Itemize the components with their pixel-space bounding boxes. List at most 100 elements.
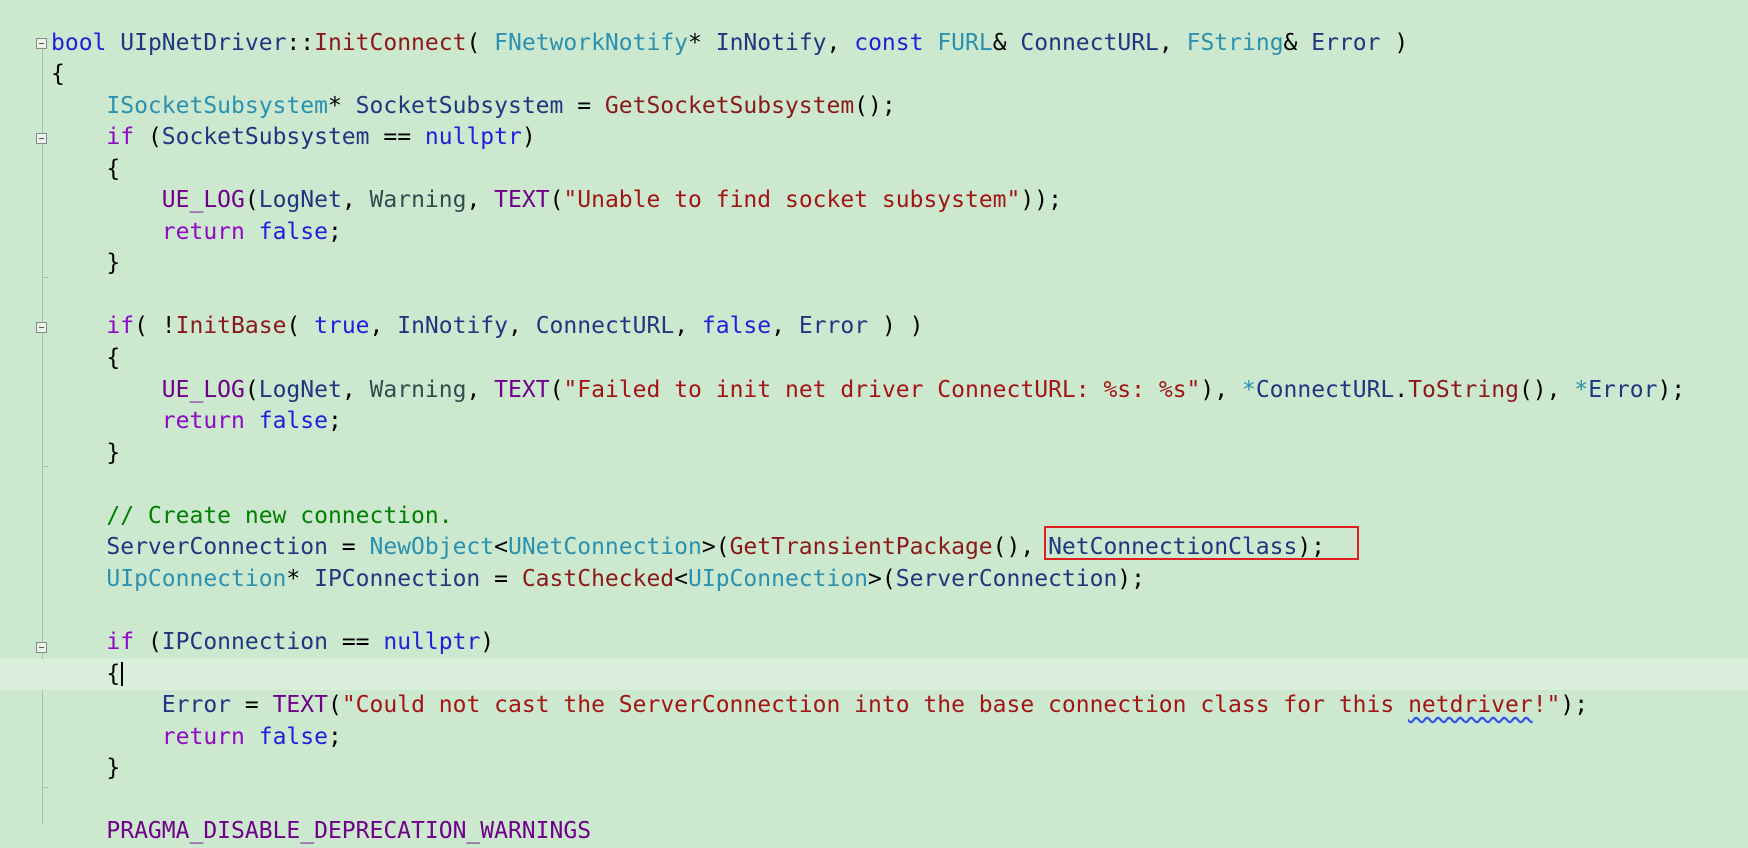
- code-line[interactable]: return false;: [0, 722, 1748, 754]
- code-line[interactable]: bool UIpNetDriver::InitConnect( FNetwork…: [0, 28, 1748, 60]
- code-token: ::: [286, 29, 315, 56]
- code-token: ,: [508, 313, 536, 340]
- code-token: {: [51, 660, 121, 687]
- code-line-text: return false;: [51, 722, 342, 754]
- code-line[interactable]: UE_LOG(LogNet, Warning, TEXT("Failed to …: [0, 375, 1748, 407]
- code-token: TEXT: [272, 692, 328, 719]
- code-line[interactable]: Error = TEXT("Could not cast the ServerC…: [0, 690, 1748, 722]
- code-editor[interactable]: bool UIpNetDriver::InitConnect( FNetwork…: [0, 0, 1748, 844]
- code-line[interactable]: return false;: [0, 406, 1748, 438]
- code-line-text: UE_LOG(LogNet, Warning, TEXT("Failed to …: [51, 375, 1685, 407]
- code-line[interactable]: }: [0, 438, 1748, 470]
- code-token: >(: [868, 565, 896, 592]
- code-token: {: [51, 61, 65, 88]
- code-token: GetSocketSubsystem: [604, 92, 855, 119]
- code-token: ));: [1020, 187, 1062, 214]
- code-line[interactable]: [0, 280, 1748, 312]
- code-token: SocketSubsystem: [161, 124, 370, 151]
- code-line[interactable]: }: [0, 753, 1748, 785]
- code-token: <: [494, 534, 508, 561]
- code-token: false: [701, 313, 772, 340]
- code-token: (: [134, 124, 162, 151]
- code-line[interactable]: if (SocketSubsystem == nullptr): [0, 122, 1748, 154]
- code-line-text: PRAGMA_DISABLE_DEPRECATION_WARNINGS: [51, 816, 591, 848]
- code-token: (),: [1518, 376, 1575, 403]
- code-line-text: UIpConnection* IPConnection = CastChecke…: [51, 564, 1145, 596]
- code-token: return: [161, 218, 245, 245]
- code-line[interactable]: return false;: [0, 217, 1748, 249]
- code-line[interactable]: [0, 785, 1748, 817]
- code-line[interactable]: }: [0, 248, 1748, 280]
- code-token: (: [466, 29, 495, 56]
- code-token: PRAGMA_DISABLE_DEPRECATION_WARNINGS: [106, 818, 592, 845]
- code-line-text: {: [51, 59, 65, 91]
- code-line[interactable]: PRAGMA_DISABLE_DEPRECATION_WARNINGS: [0, 816, 1748, 848]
- code-token: &: [1283, 29, 1312, 56]
- code-line-text: {: [51, 154, 120, 186]
- code-line[interactable]: {: [0, 343, 1748, 375]
- code-line-text: if (SocketSubsystem == nullptr): [51, 122, 536, 154]
- code-token: &: [992, 29, 1021, 56]
- code-line-text: }: [51, 753, 120, 785]
- code-token: CastChecked: [521, 565, 675, 592]
- code-token: ServerConnection: [895, 565, 1118, 592]
- code-token: (: [244, 187, 259, 214]
- code-token: UE_LOG: [161, 187, 245, 214]
- code-line[interactable]: // Create new connection.: [0, 501, 1748, 533]
- code-token: InitBase: [175, 313, 287, 340]
- code-token: *: [688, 29, 716, 56]
- code-token: Error: [798, 313, 869, 340]
- code-line[interactable]: [0, 595, 1748, 627]
- code-line[interactable]: if( !InitBase( true, InNotify, ConnectUR…: [0, 311, 1748, 343]
- code-token: return: [161, 408, 245, 435]
- code-line[interactable]: ISocketSubsystem* SocketSubsystem = GetS…: [0, 91, 1748, 123]
- code-line[interactable]: UE_LOG(LogNet, Warning, TEXT("Unable to …: [0, 185, 1748, 217]
- code-token: ToString: [1408, 376, 1519, 403]
- code-token: }: [51, 755, 121, 782]
- code-token: ==: [369, 124, 425, 151]
- code-token: {: [51, 155, 121, 182]
- code-token: ConnectURL: [1255, 376, 1395, 403]
- code-token: *: [1241, 376, 1256, 403]
- code-token: if: [106, 628, 135, 655]
- code-line[interactable]: ServerConnection = NewObject<UNetConnect…: [0, 532, 1748, 564]
- code-token: !": [1532, 692, 1561, 719]
- code-token: ;: [327, 723, 342, 750]
- code-token: IPConnection: [314, 565, 481, 592]
- code-token: .: [1394, 376, 1409, 403]
- code-line[interactable]: UIpConnection* IPConnection = CastChecke…: [0, 564, 1748, 596]
- code-token: ,: [341, 376, 370, 403]
- code-token: (: [327, 692, 342, 719]
- code-token: FURL: [937, 29, 993, 56]
- code-line[interactable]: {: [0, 59, 1748, 91]
- code-token: UIpConnection: [106, 565, 287, 592]
- code-token: ): [521, 124, 536, 151]
- code-token: (: [549, 376, 564, 403]
- code-line-text: bool UIpNetDriver::InitConnect( FNetwork…: [51, 28, 1408, 60]
- code-token: (: [134, 628, 162, 655]
- code-line[interactable]: if (IPConnection == nullptr): [0, 627, 1748, 659]
- code-token: InNotify: [715, 29, 827, 56]
- code-token: =: [480, 565, 522, 592]
- text-caret: [121, 662, 124, 686]
- code-token: (),: [992, 534, 1049, 561]
- code-token: if: [106, 124, 135, 151]
- code-line-text: if (IPConnection == nullptr): [51, 627, 494, 659]
- code-line-text: UE_LOG(LogNet, Warning, TEXT("Unable to …: [51, 185, 1062, 217]
- code-line[interactable]: {: [0, 658, 1748, 690]
- code-line[interactable]: [0, 469, 1748, 501]
- code-token: Error: [1588, 376, 1658, 403]
- code-token: netdriver: [1408, 692, 1533, 719]
- code-line[interactable]: {: [0, 154, 1748, 186]
- code-token: LogNet: [258, 187, 342, 214]
